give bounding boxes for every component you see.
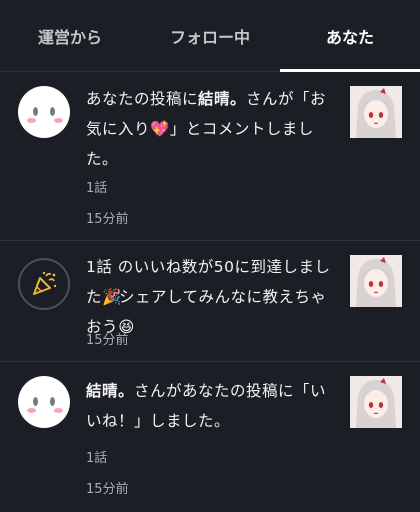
- post-thumbnail[interactable]: [350, 376, 402, 428]
- tab-official[interactable]: 運営から: [0, 0, 140, 72]
- notification-item[interactable]: 1話 のいいね数が50に到達しました🎉シェアしてみんなに教えちゃおう😆 15分前: [0, 241, 420, 362]
- episode-label: 1話: [86, 181, 108, 196]
- timestamp: 15分前: [86, 212, 129, 227]
- post-thumbnail[interactable]: [350, 86, 402, 138]
- username: 結晴。: [198, 90, 247, 108]
- notification-text: 結晴。さんがあなたの投稿に「いいね！」しました。: [86, 382, 327, 430]
- post-thumbnail[interactable]: [350, 255, 402, 307]
- party-popper-icon: [33, 271, 57, 295]
- notification-item[interactable]: 結晴。さんがあなたの投稿に「いいね！」しました。 1話 15分前: [0, 362, 420, 512]
- username: 結晴。: [86, 382, 135, 400]
- heart-icon: 💖: [150, 120, 170, 138]
- timestamp: 15分前: [86, 482, 129, 497]
- party-avatar: [18, 258, 70, 310]
- tab-you[interactable]: あなた: [280, 0, 420, 72]
- user-avatar[interactable]: [18, 86, 70, 138]
- notification-item[interactable]: あなたの投稿に結晴。さんが「お気に入り💖」とコメントしました。 1話 15分前: [0, 72, 420, 241]
- timestamp: 15分前: [86, 333, 129, 348]
- episode-label: 1話: [86, 451, 108, 466]
- party-emoji-icon: 🎉: [102, 288, 122, 306]
- user-avatar[interactable]: [18, 376, 70, 428]
- tab-following[interactable]: フォロー中: [140, 0, 280, 72]
- notification-text: あなたの投稿に結晴。さんが「お気に入り💖」とコメントしました。: [86, 90, 327, 168]
- tab-bar: 運営から フォロー中 あなた: [0, 0, 420, 72]
